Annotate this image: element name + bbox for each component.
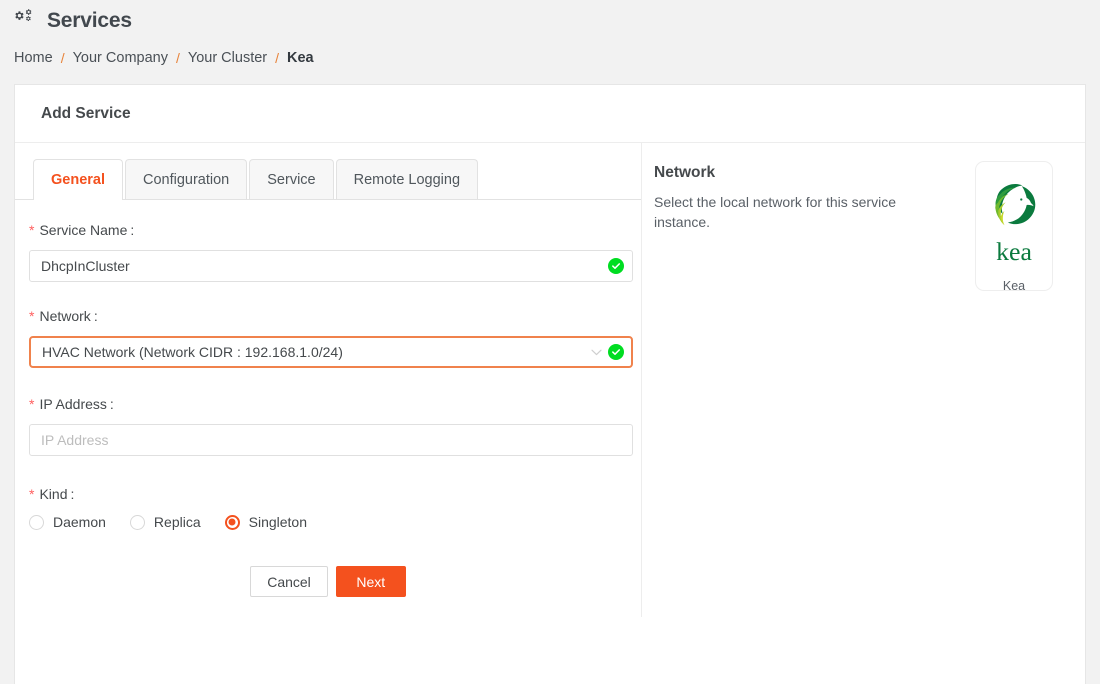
green-check-icon — [608, 344, 624, 360]
ip-address-label-text: IP Address — [39, 396, 107, 412]
breadcrumb-separator: / — [275, 50, 280, 66]
breadcrumb: Home / Your Company / Your Cluster / Kea — [0, 36, 1100, 70]
network-select-wrap: HVAC Network (Network CIDR : 192.168.1.0… — [29, 336, 633, 368]
radio-option-singleton-label: Singleton — [248, 514, 308, 530]
required-marker: * — [29, 308, 35, 324]
kea-logo-caption: Kea — [1002, 279, 1026, 293]
field-network: * Network : HVAC Network (Network CIDR :… — [29, 308, 641, 368]
tab-configuration-label: Configuration — [143, 171, 230, 188]
general-form: * Service Name : DhcpInCluster * Network… — [15, 200, 641, 617]
page-header: Services — [0, 0, 1100, 36]
radio-icon-selected — [224, 514, 240, 530]
service-name-label-text: Service Name — [39, 222, 128, 238]
tab-remote-logging[interactable]: Remote Logging — [335, 159, 479, 199]
card-title: Add Service — [41, 104, 131, 122]
breadcrumb-item-your-cluster[interactable]: Your Cluster — [188, 50, 267, 66]
required-marker: * — [29, 486, 35, 502]
next-button[interactable]: Next — [335, 566, 406, 597]
field-kind: * Kind : Daemon Replica Singleton — [29, 486, 641, 530]
radio-icon — [129, 514, 145, 530]
radio-option-daemon[interactable]: Daemon — [29, 514, 106, 530]
cogs-icon — [14, 8, 38, 35]
tab-general-label: General — [51, 172, 105, 188]
service-name-input-wrap — [29, 250, 633, 282]
info-text: Network Select the local network for thi… — [654, 161, 934, 232]
info-pane: Network Select the local network for thi… — [641, 143, 1085, 617]
tab-remote-logging-label: Remote Logging — [353, 171, 461, 188]
tab-general[interactable]: General — [33, 159, 123, 200]
breadcrumb-item-kea: Kea — [287, 50, 314, 66]
card-header: Add Service — [15, 85, 1085, 143]
field-ip-address: * IP Address : — [29, 396, 641, 456]
network-label: * Network : — [29, 308, 641, 324]
ip-address-input[interactable] — [29, 424, 633, 456]
tab-service-label: Service — [267, 171, 316, 188]
cancel-button[interactable]: Cancel — [250, 566, 328, 597]
breadcrumb-item-home[interactable]: Home — [14, 50, 53, 66]
network-select-value: HVAC Network (Network CIDR : 192.168.1.0… — [42, 344, 343, 360]
tab-service[interactable]: Service — [249, 159, 334, 199]
field-service-name: * Service Name : — [29, 222, 641, 282]
tab-configuration[interactable]: Configuration — [125, 159, 248, 199]
label-colon: : — [109, 396, 114, 412]
radio-option-singleton[interactable]: Singleton — [224, 514, 308, 530]
ip-address-input-wrap — [29, 424, 633, 456]
network-label-text: Network — [39, 308, 91, 324]
form-pane: General Configuration Service Remote Log… — [15, 143, 641, 617]
kind-radio-group: Daemon Replica Singleton — [29, 514, 641, 530]
network-select[interactable]: HVAC Network (Network CIDR : 192.168.1.0… — [29, 336, 633, 368]
green-check-icon — [608, 258, 624, 274]
service-name-label: * Service Name : — [29, 222, 641, 238]
radio-option-replica-label: Replica — [153, 514, 201, 530]
ip-address-label: * IP Address : — [29, 396, 641, 412]
breadcrumb-separator: / — [175, 50, 180, 66]
radio-option-daemon-label: Daemon — [53, 514, 106, 530]
info-description: Select the local network for this servic… — [654, 194, 896, 230]
page-title: Services — [47, 9, 132, 32]
kea-bird-logo-icon — [986, 176, 1042, 237]
tab-bar: General Configuration Service Remote Log… — [15, 159, 641, 200]
kea-wordmark: kea — [983, 237, 1045, 272]
svg-text:kea: kea — [996, 237, 1032, 266]
label-colon: : — [70, 486, 75, 502]
breadcrumb-separator: / — [60, 50, 65, 66]
form-actions: Cancel Next — [15, 548, 641, 617]
add-service-card: Add Service General Configuration Servic… — [14, 84, 1086, 684]
service-name-input[interactable] — [29, 250, 633, 282]
chevron-down-icon[interactable] — [590, 346, 602, 358]
required-marker: * — [29, 396, 35, 412]
card-body: General Configuration Service Remote Log… — [15, 143, 1085, 617]
required-marker: * — [29, 222, 35, 238]
kind-label: * Kind : — [29, 486, 641, 502]
radio-icon — [29, 514, 44, 530]
info-title: Network — [654, 164, 716, 181]
radio-option-replica[interactable]: Replica — [129, 514, 201, 530]
label-colon: : — [93, 308, 98, 324]
kind-label-text: Kind — [39, 486, 68, 502]
breadcrumb-item-your-company[interactable]: Your Company — [73, 50, 168, 66]
kea-logo-card: kea Kea — [975, 161, 1053, 293]
label-colon: : — [130, 222, 135, 238]
